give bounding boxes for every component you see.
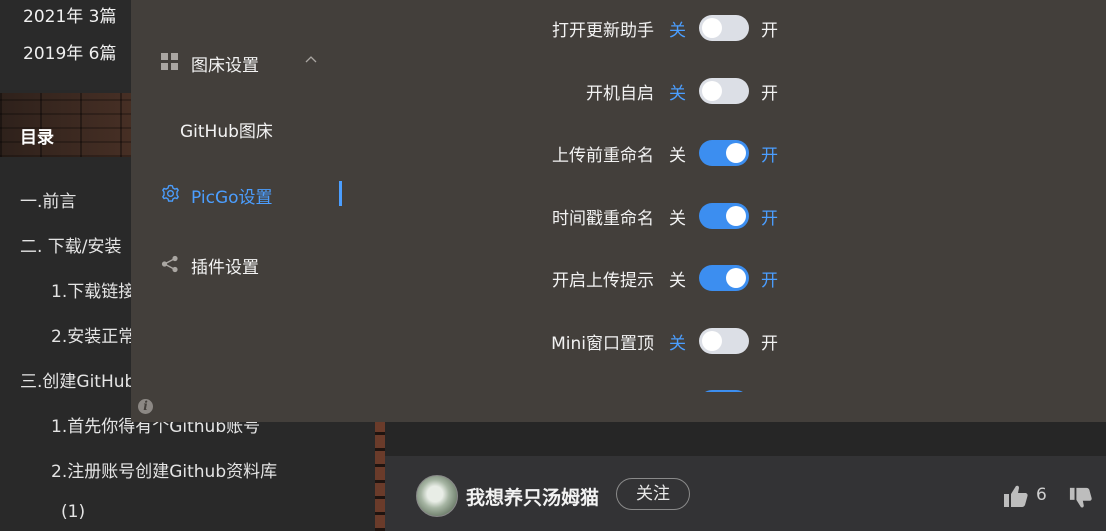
toggle-on-label: 开 <box>761 208 778 229</box>
toggle-on-label: 开 <box>761 333 778 354</box>
setting-label: 上传后自动复制URL <box>501 391 654 392</box>
toggle-knob <box>702 330 722 351</box>
toggle-on-label: 开 <box>761 146 778 166</box>
toggle-off-label: 关 <box>669 21 686 41</box>
setting-toggle[interactable] <box>699 77 749 104</box>
picgo-settings-window: 图床设置 GitHub图床 PicGo设置 插件设置 i 打开更新助手 关 开 … <box>131 0 1106 422</box>
toc-item[interactable]: (1) <box>61 502 85 522</box>
avatar[interactable] <box>416 475 458 517</box>
archive-item[interactable]: 2019年 6篇 <box>23 39 116 64</box>
toggle-off-label: 关 <box>669 333 686 354</box>
nav-label: GitHub图床 <box>180 122 273 142</box>
setting-label: Mini窗口置顶 <box>551 333 654 354</box>
toc-item[interactable]: 三.创建GitHub <box>20 367 135 392</box>
toggle-knob <box>726 205 746 226</box>
archive-item[interactable]: 2021年 3篇 <box>23 2 116 27</box>
toggle-on-label: 开 <box>761 271 778 291</box>
toc-item[interactable]: 一.前言 <box>20 187 76 212</box>
background-texture <box>375 410 385 531</box>
nav-plugin-settings[interactable]: 插件设置 <box>161 253 311 278</box>
toc-item[interactable]: 1.下载链接 <box>51 277 135 302</box>
setting-label: 开启上传提示 <box>552 271 654 291</box>
toc-title: 目录 <box>20 128 54 148</box>
toggle-knob <box>702 18 722 38</box>
setting-toggle[interactable] <box>699 390 749 392</box>
toc-item[interactable]: 2.注册账号创建Github资料库 <box>51 457 277 482</box>
toggle-knob <box>726 143 746 163</box>
setting-label: 上传前重命名 <box>552 146 654 166</box>
setting-label: 打开更新助手 <box>552 21 654 41</box>
info-icon[interactable]: i <box>138 399 153 414</box>
toggle-off-label: 关 <box>669 208 686 229</box>
like-count: 6 <box>1036 485 1047 505</box>
toc-item[interactable]: 2.安装正常 <box>51 322 135 347</box>
toggle-off-label: 关 <box>669 146 686 166</box>
nav-picbed-settings[interactable]: 图床设置 <box>161 51 351 76</box>
nav-github-picbed[interactable]: GitHub图床 <box>180 117 273 142</box>
setting-toggle[interactable] <box>699 202 749 229</box>
setting-toggle[interactable] <box>699 140 749 166</box>
thumbs-up-icon[interactable] <box>1003 484 1029 508</box>
active-nav-indicator <box>339 181 342 206</box>
toggle-on-label: 开 <box>761 21 778 41</box>
nav-label: PicGo设置 <box>191 188 273 208</box>
toggle-off-label: 关 <box>669 391 686 392</box>
toggle-on-label: 开 <box>761 83 778 104</box>
content-area <box>385 420 1106 456</box>
gear-icon <box>161 184 180 202</box>
setting-row: 时间戳重命名关 开 <box>371 195 1106 235</box>
setting-row: 开机自启关 开 <box>371 70 1106 110</box>
setting-row: 打开更新助手关 开 <box>371 7 1106 47</box>
picgo-sidebar: 图床设置 GitHub图床 PicGo设置 插件设置 i <box>131 0 371 422</box>
setting-row: 上传后自动复制URL 关 开 <box>371 382 1106 392</box>
toc-item[interactable]: 二. 下载/安装 <box>20 232 122 257</box>
nav-label: 图床设置 <box>191 56 259 76</box>
settings-list: 打开更新助手关开开机自启关开上传前重命名关开时间戳重命名关开开启上传提示关开 Mi… <box>371 0 1106 392</box>
share-icon <box>161 255 178 273</box>
toggle-off-label: 关 <box>669 83 686 104</box>
follow-button[interactable]: 关注 <box>616 478 690 510</box>
setting-row: Mini窗口置顶关 开 <box>371 320 1106 360</box>
setting-row: 开启上传提示关 开 <box>371 257 1106 297</box>
setting-toggle[interactable] <box>699 327 749 354</box>
setting-label: 时间戳重命名 <box>552 208 654 229</box>
setting-row: 上传前重命名关 开 <box>371 132 1106 172</box>
chevron-up-icon <box>305 56 317 63</box>
thumbs-down-icon[interactable] <box>1069 486 1093 510</box>
toggle-on-label: 开 <box>761 391 778 392</box>
author-name[interactable]: 我想养只汤姆猫 <box>466 483 599 510</box>
nav-picgo-settings[interactable]: PicGo设置 <box>161 183 311 208</box>
setting-label: 开机自启 <box>586 83 654 104</box>
grid-icon <box>161 53 178 70</box>
setting-toggle[interactable] <box>699 15 749 41</box>
toggle-knob <box>726 268 746 288</box>
toggle-off-label: 关 <box>669 271 686 291</box>
toggle-knob <box>702 80 722 101</box>
setting-toggle[interactable] <box>699 265 749 291</box>
nav-label: 插件设置 <box>191 258 259 278</box>
